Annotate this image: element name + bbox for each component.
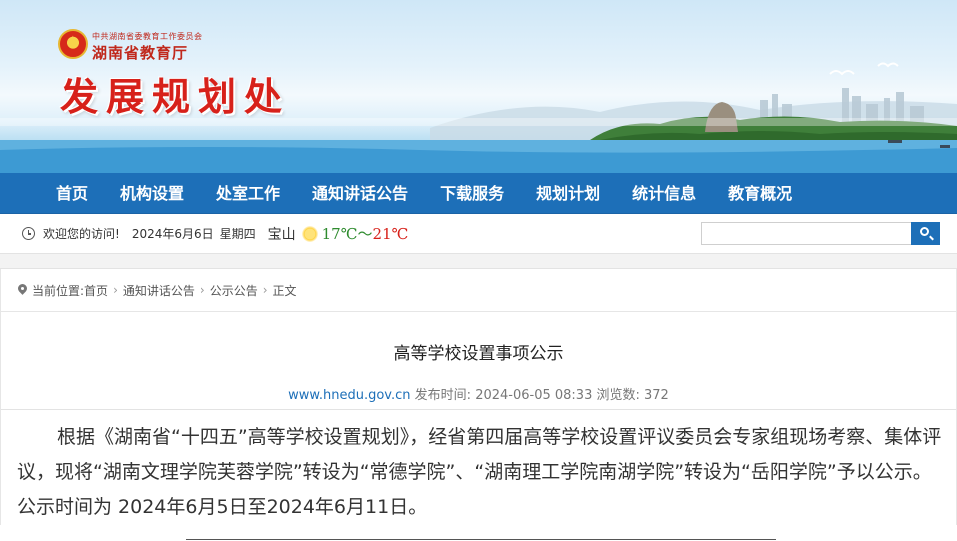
article: 高等学校设置事项公示 www.hnedu.gov.cn 发布时间: 2024-0…: [0, 312, 957, 525]
current-date: 2024年6月6日: [131, 227, 214, 241]
header-banner: 中共湖南省委教育工作委员会 湖南省教育厅 发展规划处: [0, 0, 957, 173]
article-title: 高等学校设置事项公示: [393, 344, 564, 364]
publish-label: 发布时间:: [414, 388, 472, 403]
article-source[interactable]: www.hnedu.gov.cn: [288, 388, 410, 403]
article-meta: www.hnedu.gov.cn 发布时间: 2024-06-05 08:33 …: [1, 382, 956, 410]
chevron-right-icon: ›: [199, 283, 205, 297]
current-weekday: 星期四: [219, 227, 256, 241]
nav-item-planning[interactable]: 规划计划: [520, 173, 616, 214]
nav-item-statistics[interactable]: 统计信息: [616, 173, 712, 214]
breadcrumb: 当前位置: 首页 › 通知讲话公告 › 公示公告 › 正文: [0, 269, 957, 312]
welcome-text: 欢迎您的访问!: [43, 227, 120, 241]
department-title: 发展规划处: [60, 74, 291, 119]
article-body: 根据《湖南省“十四五”高等学校设置规划》，经省第四届高等学校设置评议委员会专家组…: [17, 426, 942, 518]
nav-item-home[interactable]: 首页: [40, 173, 104, 214]
views-count: 372: [644, 388, 669, 403]
breadcrumb-item-notices[interactable]: 通知讲话公告: [123, 282, 195, 299]
search-button[interactable]: [911, 222, 940, 245]
search-box: [701, 222, 940, 245]
chevron-right-icon: ›: [113, 283, 118, 297]
nav-item-office-work[interactable]: 处室工作: [200, 173, 296, 214]
search-input[interactable]: [701, 222, 911, 245]
publish-time: 2024-06-05 08:33: [475, 388, 593, 403]
org-subtitle: 中共湖南省委教育工作委员会: [92, 32, 203, 41]
search-icon: [920, 227, 929, 236]
temperature-separator: ～: [357, 225, 373, 243]
clock-icon: [22, 227, 35, 240]
nav-item-downloads[interactable]: 下载服务: [424, 173, 520, 214]
text-underline: [186, 539, 776, 540]
weather-city: 宝山: [267, 226, 296, 243]
location-pin-icon: [18, 284, 27, 296]
nav-item-organization[interactable]: 机构设置: [104, 173, 200, 214]
temperature-low: 17℃: [321, 224, 358, 243]
chevron-right-icon: ›: [262, 283, 268, 297]
content-panel: 当前位置: 首页 › 通知讲话公告 › 公示公告 › 正文 高等学校设置事项公示…: [0, 268, 957, 541]
breadcrumb-item-home[interactable]: 首页: [84, 282, 108, 299]
org-name: 湖南省教育厅: [92, 44, 189, 62]
sunny-icon: [301, 225, 318, 242]
info-bar: 欢迎您的访问! 2024年6月6日 星期四 宝山 17℃ ～ 21℃: [0, 214, 957, 254]
breadcrumb-item-current: 正文: [272, 283, 297, 298]
temperature-high: 21℃: [372, 224, 409, 243]
nav-item-notices[interactable]: 通知讲话公告: [296, 173, 424, 214]
breadcrumb-prefix: 当前位置:: [32, 283, 85, 298]
main-nav: 首页 机构设置 处室工作 通知讲话公告 下载服务 规划计划 统计信息 教育概况: [0, 173, 957, 214]
nav-item-education-overview[interactable]: 教育概况: [712, 173, 808, 214]
section-gap: [0, 254, 957, 268]
breadcrumb-item-announcements[interactable]: 公示公告: [210, 282, 258, 299]
views-label: 浏览数:: [596, 388, 640, 403]
national-emblem-icon: [58, 29, 88, 59]
